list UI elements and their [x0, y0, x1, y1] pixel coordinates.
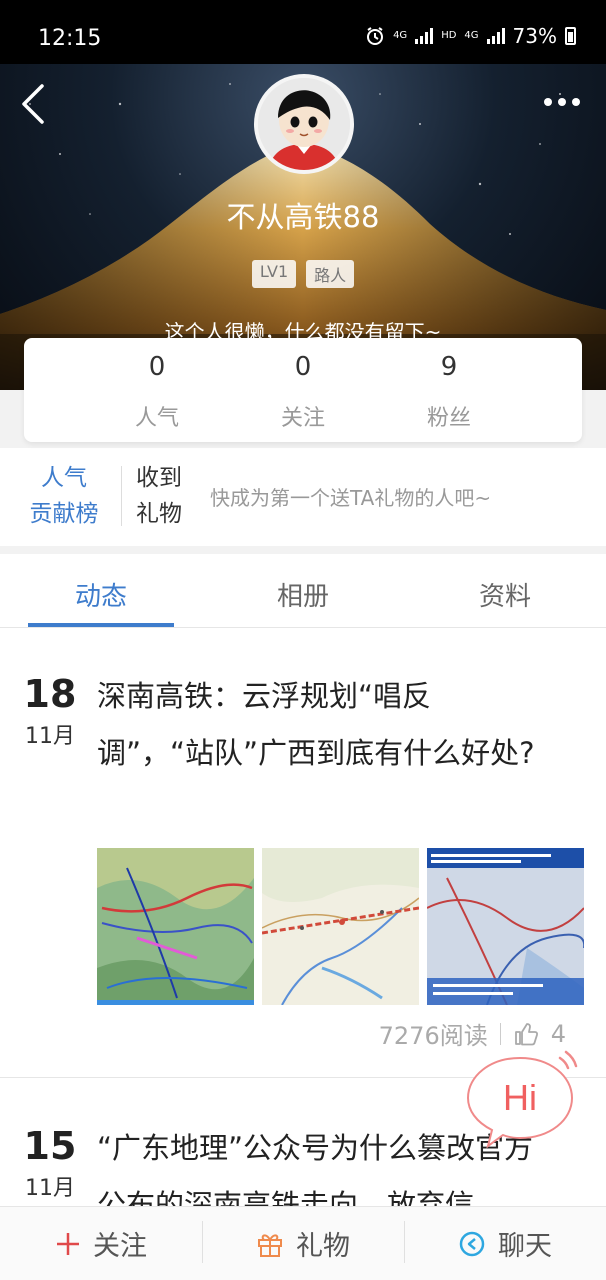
dot-icon	[544, 98, 552, 106]
signal-icon-2	[486, 28, 505, 44]
level-badge: LV1	[251, 260, 297, 288]
chat-label: 聊天	[498, 1231, 552, 1262]
alarm-icon	[367, 27, 384, 45]
follow-button[interactable]: 关注	[0, 1207, 202, 1280]
stat-label: 粉丝	[426, 406, 471, 431]
post-image-map-2[interactable]	[262, 848, 419, 1005]
post-day: 15	[23, 1124, 77, 1168]
gift-label: 礼物	[296, 1231, 350, 1262]
contribution-rank-link[interactable]: 人气 贡献榜	[24, 460, 104, 532]
avatar[interactable]	[254, 74, 354, 174]
stat-label: 人气	[134, 406, 179, 431]
stat-value: 9	[440, 352, 458, 382]
post-images	[97, 848, 584, 1005]
stat-popularity[interactable]: 0 人气	[97, 338, 217, 442]
post-month: 11月	[25, 1176, 75, 1201]
stat-fans[interactable]: 9 粉丝	[389, 338, 509, 442]
stat-following[interactable]: 0 关注	[243, 338, 363, 442]
follow-label: 关注	[93, 1231, 147, 1262]
plus-icon	[57, 1232, 79, 1255]
post-image-map-3[interactable]	[427, 848, 584, 1005]
back-button[interactable]	[16, 82, 56, 126]
rank-label-line1: 人气	[41, 465, 87, 491]
cartoon-avatar-icon	[258, 78, 350, 170]
post-date: 15 11月	[20, 1124, 80, 1202]
battery-icon	[565, 27, 576, 45]
divider	[121, 466, 122, 526]
network-type-2: 4G	[464, 30, 479, 41]
dot-icon	[558, 98, 566, 106]
status-time: 12:15	[38, 26, 102, 51]
user-tags: LV1 路人	[0, 260, 606, 288]
like-count: 4	[550, 1019, 566, 1048]
tab-album[interactable]: 相册	[202, 554, 404, 627]
post-day: 18	[23, 672, 77, 716]
username: 不从高铁88	[226, 200, 380, 234]
network-type-1: 4G	[393, 30, 408, 41]
rail-map-image	[97, 848, 254, 1005]
gift-hint-text: 快成为第一个送TA礼物的人吧~	[210, 486, 492, 510]
rail-map-image	[427, 848, 584, 1005]
read-count: 7276阅读	[378, 1022, 488, 1050]
post-title[interactable]: 深南高铁：云浮规划“唱反调”，“站队”广西到底有什么好处?	[97, 668, 537, 782]
rank-label-line2: 贡献榜	[29, 501, 99, 527]
dot-icon	[572, 98, 580, 106]
status-icons: 4G HD 4G 73%	[365, 24, 576, 48]
chat-icon	[459, 1231, 485, 1256]
hi-chat-bubble[interactable]: Hi	[462, 1050, 578, 1150]
received-gifts-label: 收到 礼物	[136, 460, 192, 532]
stat-value: 0	[294, 352, 312, 382]
hi-text: Hi	[503, 1077, 537, 1118]
gift-icon	[258, 1233, 282, 1257]
gift-button[interactable]: 礼物	[202, 1207, 404, 1280]
post-meta: 7276阅读 4	[379, 1016, 566, 1051]
meta-divider	[499, 1022, 501, 1045]
profile-tabs: 动态 相册 资料	[0, 554, 606, 628]
received-line2: 礼物	[136, 501, 182, 527]
stats-card: 0 人气 0 关注 9 粉丝	[24, 338, 582, 442]
tab-profile-info[interactable]: 资料	[404, 554, 606, 627]
more-options-button[interactable]	[544, 92, 588, 112]
stat-label: 关注	[280, 406, 325, 431]
received-line1: 收到	[136, 465, 182, 491]
battery-percent: 73%	[512, 24, 557, 48]
thumbs-up-icon[interactable]	[513, 1021, 539, 1047]
rail-map-image	[262, 848, 419, 1005]
profile-page: 12:15 4G HD 4G 73% 不从高铁88 LV1 路人 这个人很懒，什…	[0, 0, 606, 1280]
section-separator	[0, 546, 606, 554]
bottom-action-bar: 关注 礼物 聊天	[0, 1206, 606, 1280]
post-image-map-1[interactable]	[97, 848, 254, 1005]
chat-button[interactable]: 聊天	[404, 1207, 606, 1280]
tab-activity[interactable]: 动态	[0, 554, 202, 627]
network-hd: HD	[441, 30, 457, 41]
post-item[interactable]: 18 11月 深南高铁：云浮规划“唱反调”，“站队”广西到底有什么好处? 727…	[0, 628, 606, 1078]
signal-icon	[415, 28, 434, 44]
post-date: 18 11月	[20, 672, 80, 750]
gift-section: 人气 贡献榜 收到 礼物 快成为第一个送TA礼物的人吧~	[0, 448, 606, 546]
post-month: 11月	[25, 724, 75, 749]
stat-value: 0	[148, 352, 166, 382]
status-bar: 12:15 4G HD 4G 73%	[0, 0, 606, 64]
rank-badge: 路人	[306, 260, 355, 288]
